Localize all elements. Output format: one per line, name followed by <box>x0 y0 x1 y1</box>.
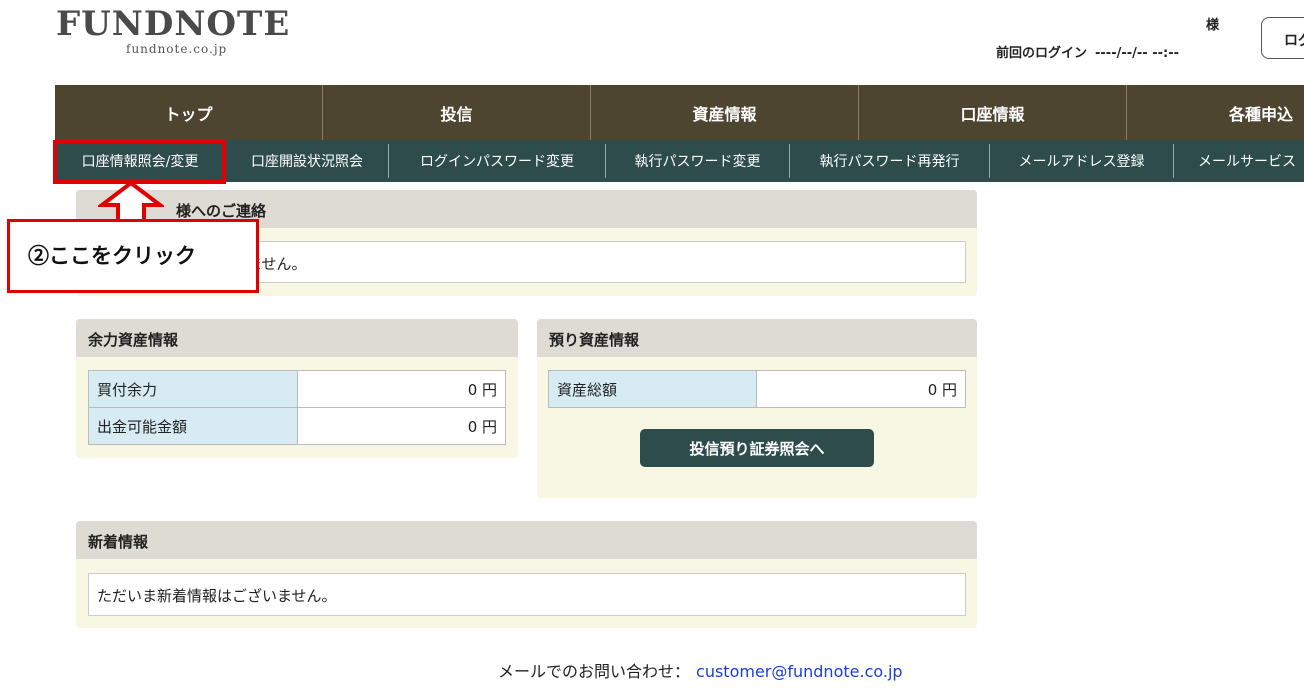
contact-email-link[interactable]: customer@fundnote.co.jp <box>696 662 903 681</box>
nav-applications[interactable]: 各種申込 <box>1127 85 1304 140</box>
holdings-title: 預り資産情報 <box>537 319 977 357</box>
table-row: 買付余力 0 円 <box>88 370 506 408</box>
subnav-trade-password-change[interactable]: 執行パスワード変更 <box>606 144 790 178</box>
nav-top[interactable]: トップ <box>55 85 323 140</box>
buying-power-label: 買付余力 <box>88 370 298 408</box>
fund-holdings-inquiry-button[interactable]: 投信預り証券照会へ <box>640 429 874 467</box>
last-login: 前回のログイン ----/--/-- --:-- <box>996 42 1179 61</box>
last-login-label: 前回のログイン <box>996 46 1088 61</box>
withdrawable-label: 出金可能金額 <box>88 407 298 445</box>
subnav-mail-service[interactable]: メールサービス <box>1174 144 1304 178</box>
nav-funds[interactable]: 投信 <box>323 85 591 140</box>
nav-account-info[interactable]: 口座情報 <box>859 85 1127 140</box>
logo-domain: fundnote.co.jp <box>126 42 228 56</box>
annotation-arrow-icon <box>98 180 164 224</box>
table-row: 資産総額 0 円 <box>548 370 966 408</box>
user-name-honorific: 様 <box>1206 18 1220 33</box>
footer-contact: メールでのお問い合わせ： customer@fundnote.co.jp <box>498 658 903 682</box>
holdings-panel: 預り資産情報 資産総額 0 円 <box>537 319 977 498</box>
withdrawable-value: 0 円 <box>297 407 506 445</box>
annotation-highlight-box <box>53 140 226 184</box>
buying-power-value: 0 円 <box>297 370 506 408</box>
news-message: ただいま新着情報はございません。 <box>88 573 966 616</box>
subnav-email-registration[interactable]: メールアドレス登録 <box>990 144 1174 178</box>
main-nav: トップ 投信 資産情報 口座情報 各種申込 <box>55 85 1304 140</box>
buying-power-panel: 余力資産情報 買付余力 0 円 出金可能金額 0 円 <box>76 319 518 458</box>
table-row: 出金可能金額 0 円 <box>88 407 506 445</box>
total-assets-value: 0 円 <box>756 370 966 408</box>
buying-power-title: 余力資産情報 <box>76 319 518 357</box>
logo[interactable]: FUNDNOTE fundnote.co.jp <box>56 4 290 56</box>
subnav-account-opening-status[interactable]: 口座開設状況照会 <box>226 144 389 178</box>
last-login-value: ----/--/-- --:-- <box>1095 46 1179 61</box>
nav-asset-info[interactable]: 資産情報 <box>591 85 859 140</box>
annotation-callout: ②ここをクリック <box>7 219 259 293</box>
total-assets-label: 資産総額 <box>548 370 757 408</box>
subnav-trade-password-reissue[interactable]: 執行パスワード再発行 <box>790 144 990 178</box>
news-panel: 新着情報 ただいま新着情報はございません。 <box>76 521 977 628</box>
logout-button[interactable]: ログ <box>1261 17 1304 59</box>
buying-power-table: 買付余力 0 円 出金可能金額 0 円 <box>88 370 506 445</box>
subnav-login-password-change[interactable]: ログインパスワード変更 <box>389 144 606 178</box>
holdings-table: 資産総額 0 円 <box>548 370 966 408</box>
logo-text: FUNDNOTE <box>56 4 291 44</box>
sub-nav: 口座情報照会/変更 口座開設状況照会 ログインパスワード変更 執行パスワード変更… <box>55 140 1304 182</box>
footer-contact-label: メールでのお問い合わせ： <box>498 662 691 681</box>
news-title: 新着情報 <box>76 521 977 559</box>
